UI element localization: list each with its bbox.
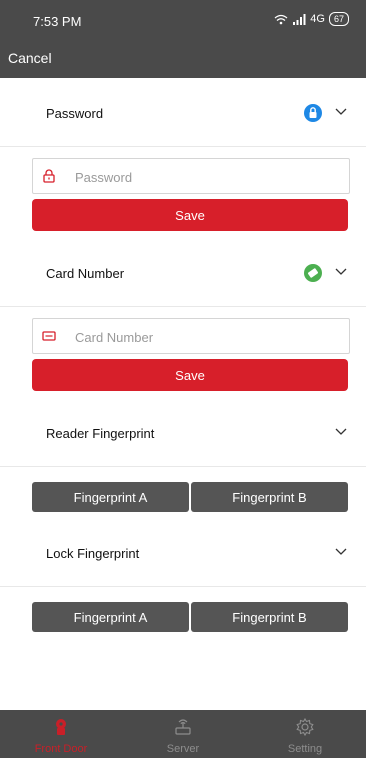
tab-setting[interactable]: Setting xyxy=(244,710,366,758)
card-save-button[interactable]: Save xyxy=(32,359,348,391)
chevron-down-icon[interactable] xyxy=(334,544,348,558)
lock-fingerprint-header[interactable]: Lock Fingerprint xyxy=(0,518,366,587)
tab-server[interactable]: Server xyxy=(122,710,244,758)
signal-icon xyxy=(293,13,306,25)
cancel-button[interactable]: Cancel xyxy=(8,50,52,66)
card-badge-icon xyxy=(304,264,322,282)
battery-icon: 67 xyxy=(328,12,349,26)
status-icons: 4G 67 xyxy=(274,12,349,26)
chevron-down-icon[interactable] xyxy=(334,104,348,118)
bottom-tab-bar: Front Door Server Setting xyxy=(0,710,366,758)
password-field[interactable] xyxy=(32,158,350,194)
tab-label: Server xyxy=(166,743,200,755)
tab-label: Front Door xyxy=(34,743,88,755)
lock-door-icon xyxy=(56,719,66,735)
lock-fingerprint-title: Lock Fingerprint xyxy=(46,546,140,561)
password-save-button[interactable]: Save xyxy=(32,199,348,231)
reader-fingerprint-title: Reader Fingerprint xyxy=(46,426,155,441)
wifi-icon xyxy=(274,14,288,24)
card-number-input[interactable] xyxy=(73,327,337,347)
status-bar: 7:53 PM 4G 67 xyxy=(0,0,366,38)
reader-fingerprint-b-button[interactable]: Fingerprint B xyxy=(191,482,348,512)
password-section-header[interactable]: Password xyxy=(0,78,366,147)
password-section-title: Password xyxy=(46,106,104,121)
lock-fingerprint-a-button[interactable]: Fingerprint A xyxy=(32,602,189,632)
tab-front-door[interactable]: Front Door xyxy=(0,710,122,758)
status-time: 7:53 PM xyxy=(33,14,82,29)
card-icon xyxy=(42,331,56,341)
password-input[interactable] xyxy=(73,167,337,187)
card-section-header[interactable]: Card Number xyxy=(0,238,366,307)
gear-icon xyxy=(296,717,314,737)
card-number-field[interactable] xyxy=(32,318,350,354)
router-icon xyxy=(175,719,191,735)
reader-fingerprint-a-button[interactable]: Fingerprint A xyxy=(32,482,189,512)
lock-badge-icon xyxy=(304,104,322,122)
tab-label: Setting xyxy=(287,743,323,755)
lock-icon xyxy=(43,169,55,183)
nav-bar: Cancel xyxy=(0,38,366,78)
lock-fingerprint-b-button[interactable]: Fingerprint B xyxy=(191,602,348,632)
chevron-down-icon[interactable] xyxy=(334,424,348,438)
network-type: 4G xyxy=(310,13,325,25)
card-section-title: Card Number xyxy=(46,266,125,281)
reader-fingerprint-header[interactable]: Reader Fingerprint xyxy=(0,398,366,467)
chevron-down-icon[interactable] xyxy=(334,264,348,278)
